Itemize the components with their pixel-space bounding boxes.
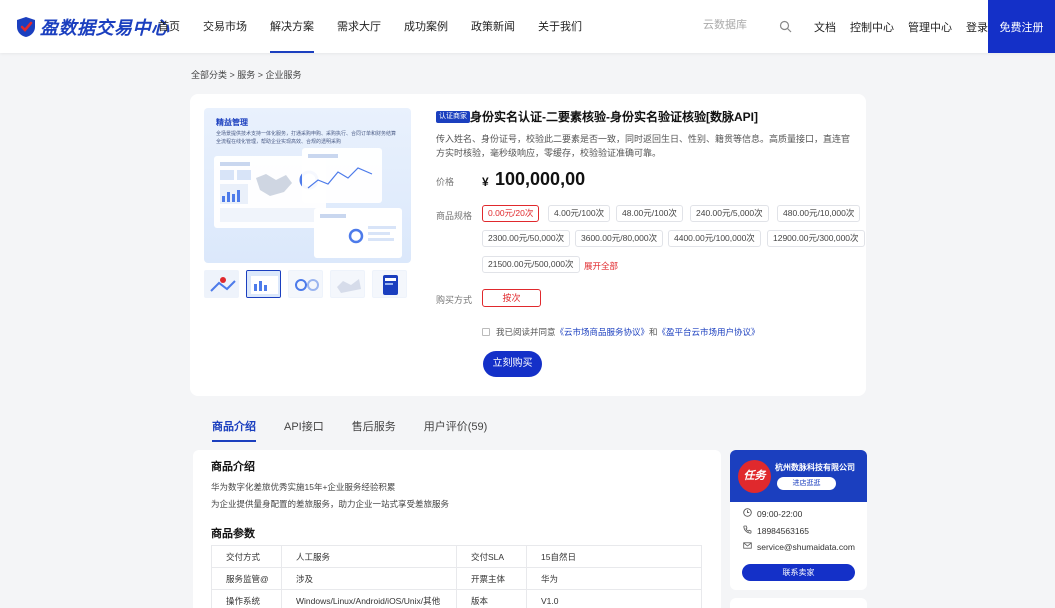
- seller-logo: 任务: [738, 460, 771, 493]
- agreement-row: 我已阅读并同意《云市场商品服务协议》和《盈平台云市场用户协议》: [482, 326, 760, 338]
- search-icon[interactable]: [779, 20, 792, 33]
- spec-option[interactable]: 240.00元/5,000次: [690, 205, 769, 222]
- intro-line: 为企业提供量身配置的差旅服务，助力企业一站式享受差旅服务: [211, 499, 450, 509]
- thumbnail-strip: [204, 270, 407, 298]
- price-value: 100,000,00: [495, 169, 586, 189]
- mail-icon: [743, 541, 752, 552]
- thumbnail-3[interactable]: [288, 270, 323, 298]
- visit-shop-button[interactable]: 进店逛逛: [777, 477, 836, 490]
- top-nav-bar: 盈数据交易中心 首页 交易市场 解决方案 需求大厅 成功案例 政策新闻 关于我们…: [0, 0, 1055, 53]
- nav-item-market[interactable]: 交易市场: [203, 0, 247, 53]
- agreement-text: 我已阅读并同意《云市场商品服务协议》和《盈平台云市场用户协议》: [496, 327, 760, 337]
- price-label: 价格: [436, 177, 455, 187]
- search-input[interactable]: [703, 19, 778, 31]
- seller-email: service@shumaidata.com: [743, 541, 855, 552]
- table-row: 服务监管@ 涉及 开票主体 华为: [211, 567, 702, 590]
- seller-hours: 09:00-22:00: [743, 508, 802, 519]
- product-title: 身份实名认证-二要素核验-身份实名验证核验[数脉API]: [470, 110, 758, 124]
- spec-option[interactable]: 480.00元/10,000次: [777, 205, 861, 222]
- nav-item-demand[interactable]: 需求大厅: [337, 0, 381, 53]
- nav-item-home[interactable]: 首页: [158, 0, 180, 53]
- intro-line: 华为数字化差旅优秀实施15年+企业服务经验积累: [211, 482, 396, 492]
- product-main-image: 精益管理 全场景提供技术支持一体化服务，打通采购申购、采购执行、合同订单和财务结…: [204, 108, 411, 263]
- spec-option[interactable]: 21500.00元/500,000次: [482, 256, 580, 273]
- certified-badge: 认证商家: [436, 111, 470, 123]
- tab-api[interactable]: API接口: [284, 418, 324, 442]
- main-nav: 首页 交易市场 解决方案 需求大厅 成功案例 政策新闻 关于我们: [158, 0, 605, 53]
- buy-mode-option[interactable]: 按次: [482, 289, 541, 307]
- thumbnail-1[interactable]: [204, 270, 239, 298]
- spec-option[interactable]: 12900.00元/300,000次: [767, 230, 865, 247]
- seller-card: 任务 杭州数脉科技有限公司 进店逛逛 09:00-22:00 189845631…: [730, 450, 867, 590]
- thumbnail-4[interactable]: [330, 270, 365, 298]
- docs-link[interactable]: 文档: [814, 19, 836, 35]
- breadcrumb[interactable]: 全部分类 > 服务 > 企业服务: [191, 68, 302, 81]
- seller-phone: 18984563165: [743, 525, 809, 536]
- logo-shield-icon: [16, 16, 36, 38]
- params-title: 商品参数: [211, 528, 255, 540]
- nav-item-news[interactable]: 政策新闻: [471, 0, 515, 53]
- intro-title: 商品介绍: [211, 461, 255, 473]
- logo-text: 盈数据交易中心: [40, 18, 170, 38]
- logo[interactable]: 盈数据交易中心: [16, 14, 170, 40]
- top-links: 文档 控制中心 管理中心 登录: [814, 0, 1002, 53]
- clock-icon: [743, 508, 752, 519]
- expand-all-link[interactable]: 展开全部: [584, 260, 618, 272]
- control-center-link[interactable]: 控制中心: [850, 19, 894, 35]
- price-symbol: ¥: [482, 175, 489, 189]
- detail-tabs: 商品介绍 API接口 售后服务 用户评价(59): [212, 418, 515, 442]
- product-description: 传入姓名、身份证号，校验此二要素是否一致，同时返回生日、性别、籍贯等信息。高质量…: [436, 134, 851, 158]
- product-card: 精益管理 全场景提供技术支持一体化服务，打通采购申购、采购执行、合同订单和财务结…: [190, 94, 866, 396]
- nav-item-about[interactable]: 关于我们: [538, 0, 582, 53]
- user-agreement-link[interactable]: 《盈平台云市场用户协议》: [658, 327, 760, 337]
- spec-option[interactable]: 2300.00元/50,000次: [482, 230, 571, 247]
- tab-intro[interactable]: 商品介绍: [212, 418, 256, 442]
- tab-reviews[interactable]: 用户评价(59): [424, 418, 488, 442]
- spec-label: 商品规格: [436, 211, 473, 221]
- params-table: 交付方式 人工服务 交付SLA 15自然日 服务监管@ 涉及 开票主体 华为 操…: [211, 545, 702, 608]
- seller-header: 任务 杭州数脉科技有限公司 进店逛逛: [730, 450, 867, 502]
- login-link[interactable]: 登录: [966, 19, 988, 35]
- thumbnail-2[interactable]: [246, 270, 281, 298]
- service-agreement-link[interactable]: 《云市场商品服务协议》: [556, 327, 650, 337]
- phone-icon: [743, 525, 752, 536]
- tab-after-sales[interactable]: 售后服务: [352, 418, 396, 442]
- secondary-card: [730, 598, 867, 608]
- spec-option[interactable]: 4.00元/100次: [548, 205, 611, 222]
- buy-now-button[interactable]: 立刻购买: [483, 351, 542, 377]
- search-box: [703, 17, 798, 37]
- table-row: 操作系统 Windows/Linux/Android/iOS/Unix/其他 版…: [211, 589, 702, 608]
- buy-mode-label: 购买方式: [436, 295, 473, 305]
- spec-option[interactable]: 4400.00元/100,000次: [668, 230, 761, 247]
- agreement-checkbox[interactable]: [482, 328, 490, 336]
- admin-center-link[interactable]: 管理中心: [908, 19, 952, 35]
- contact-seller-button[interactable]: 联系卖家: [742, 564, 855, 581]
- seller-name: 杭州数脉科技有限公司: [775, 463, 855, 472]
- spec-option[interactable]: 3600.00元/80,000次: [575, 230, 664, 247]
- nav-item-solutions[interactable]: 解决方案: [270, 0, 314, 53]
- register-button[interactable]: 免费注册: [988, 0, 1055, 53]
- dashboard-illustration: [214, 148, 402, 258]
- thumbnail-5[interactable]: [372, 270, 407, 298]
- nav-item-cases[interactable]: 成功案例: [404, 0, 448, 53]
- table-row: 交付方式 人工服务 交付SLA 15自然日: [211, 545, 702, 568]
- spec-option[interactable]: 48.00元/100次: [616, 205, 683, 222]
- detail-panel: 商品介绍 华为数字化差旅优秀实施15年+企业服务经验积累 为企业提供量身配置的差…: [193, 450, 721, 608]
- spec-option[interactable]: 0.00元/20次: [482, 205, 540, 222]
